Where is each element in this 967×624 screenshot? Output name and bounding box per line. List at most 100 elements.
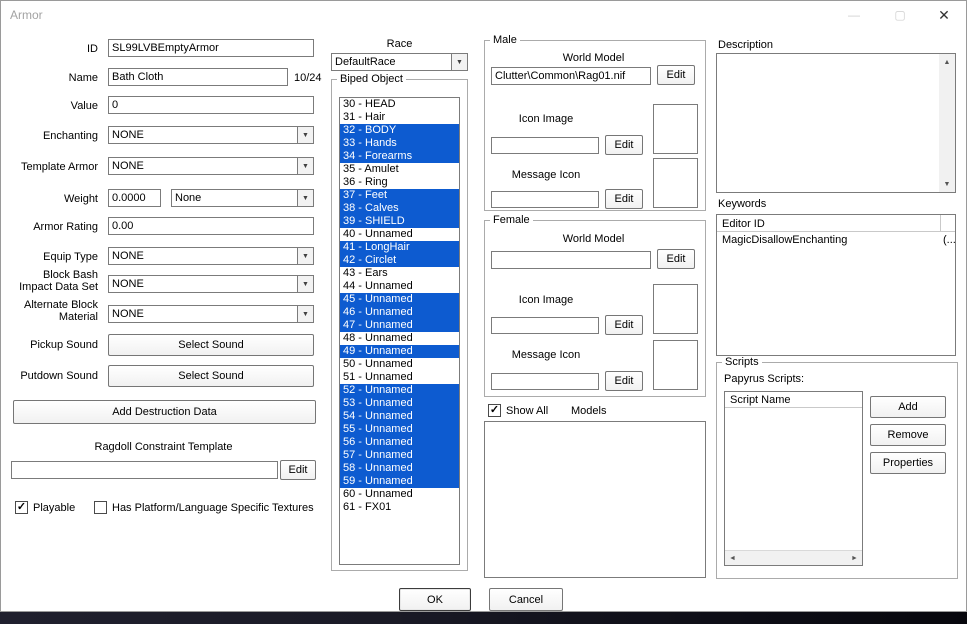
biped-list-item[interactable]: 37 - Feet (340, 189, 459, 202)
platform-textures-checkbox[interactable] (94, 501, 107, 514)
biped-list-item[interactable]: 46 - Unnamed (340, 306, 459, 319)
male-icon-image-preview (653, 104, 698, 154)
enchanting-select[interactable]: NONE ▼ (108, 126, 314, 144)
biped-list-item[interactable]: 49 - Unnamed (340, 345, 459, 358)
female-icon-image-input[interactable] (491, 317, 599, 334)
biped-list-item[interactable]: 53 - Unnamed (340, 397, 459, 410)
biped-list-item[interactable]: 41 - LongHair (340, 241, 459, 254)
alternate-block-label-line2: Material (58, 311, 98, 323)
armor-dialog: Armor — ▢ ✕ ID Name 10/24 Value Enchanti… (0, 0, 967, 612)
title-bar[interactable]: Armor — ▢ ✕ (1, 1, 966, 29)
scripts-properties-button[interactable]: Properties (870, 452, 946, 474)
biped-list-item[interactable]: 42 - Circlet (340, 254, 459, 267)
ok-button[interactable]: OK (399, 588, 471, 611)
maximize-button[interactable]: ▢ (879, 1, 921, 29)
biped-list-item[interactable]: 48 - Unnamed (340, 332, 459, 345)
female-icon-image-edit-button[interactable]: Edit (605, 315, 643, 335)
race-select[interactable]: DefaultRace ▼ (331, 53, 468, 71)
biped-list-item[interactable]: 32 - BODY (340, 124, 459, 137)
male-icon-image-edit-button[interactable]: Edit (605, 135, 643, 155)
biped-list-item[interactable]: 30 - HEAD (340, 98, 459, 111)
biped-list-item[interactable]: 59 - Unnamed (340, 475, 459, 488)
scroll-down-icon[interactable]: ▼ (939, 176, 955, 192)
name-length-counter: 10/24 (294, 72, 322, 84)
biped-list-item[interactable]: 60 - Unnamed (340, 488, 459, 501)
pickup-sound-button[interactable]: Select Sound (108, 334, 314, 356)
female-message-icon-preview (653, 340, 698, 390)
scripts-horizontal-scrollbar[interactable]: ◄ ► (725, 550, 862, 565)
biped-list-item[interactable]: 55 - Unnamed (340, 423, 459, 436)
cancel-button[interactable]: Cancel (489, 588, 563, 611)
scripts-remove-button[interactable]: Remove (870, 424, 946, 446)
biped-list-item[interactable]: 33 - Hands (340, 137, 459, 150)
biped-list-item[interactable]: 38 - Calves (340, 202, 459, 215)
biped-list-item[interactable]: 57 - Unnamed (340, 449, 459, 462)
biped-list-item[interactable]: 61 - FX01 (340, 501, 459, 514)
biped-list-item[interactable]: 52 - Unnamed (340, 384, 459, 397)
biped-list-item[interactable]: 47 - Unnamed (340, 319, 459, 332)
biped-list-item[interactable]: 40 - Unnamed (340, 228, 459, 241)
keywords-column-editor-id: Editor ID (722, 218, 765, 230)
biped-list-item[interactable]: 36 - Ring (340, 176, 459, 189)
scroll-up-icon[interactable]: ▲ (939, 54, 955, 70)
biped-list-item[interactable]: 56 - Unnamed (340, 436, 459, 449)
alternate-block-select[interactable]: NONE ▼ (108, 305, 314, 323)
playable-checkbox[interactable]: ✓ (15, 501, 28, 514)
scripts-add-button[interactable]: Add (870, 396, 946, 418)
close-button[interactable]: ✕ (923, 1, 965, 29)
script-name-header[interactable]: Script Name (725, 392, 862, 408)
biped-list-item[interactable]: 51 - Unnamed (340, 371, 459, 384)
minimize-button[interactable]: — (833, 1, 875, 29)
female-world-model-edit-button[interactable]: Edit (657, 249, 695, 269)
biped-list-item[interactable]: 58 - Unnamed (340, 462, 459, 475)
name-input[interactable] (108, 68, 288, 86)
description-scrollbar[interactable]: ▲ ▼ (939, 54, 955, 192)
id-input[interactable] (108, 39, 314, 57)
description-box[interactable]: ▲ ▼ (716, 53, 956, 193)
keywords-column-divider[interactable] (940, 215, 941, 231)
biped-list-item[interactable]: 50 - Unnamed (340, 358, 459, 371)
biped-list-item[interactable]: 54 - Unnamed (340, 410, 459, 423)
biped-list-item[interactable]: 44 - Unnamed (340, 280, 459, 293)
male-message-icon-input[interactable] (491, 191, 599, 208)
value-input[interactable] (108, 96, 314, 114)
show-all-checkbox[interactable]: ✓ (488, 404, 501, 417)
biped-list-item[interactable]: 31 - Hair (340, 111, 459, 124)
male-icon-image-input[interactable] (491, 137, 599, 154)
female-world-model-input[interactable] (491, 251, 651, 269)
id-label: ID (87, 43, 98, 55)
biped-list-item[interactable]: 43 - Ears (340, 267, 459, 280)
biped-list-item[interactable]: 34 - Forearms (340, 150, 459, 163)
race-label: Race (386, 38, 413, 50)
template-armor-label: Template Armor (20, 161, 98, 173)
keywords-header[interactable]: Editor ID (717, 215, 955, 232)
block-bash-select[interactable]: NONE ▼ (108, 275, 314, 293)
maximize-icon: ▢ (894, 8, 906, 22)
male-message-icon-edit-button[interactable]: Edit (605, 189, 643, 209)
biped-list-item[interactable]: 45 - Unnamed (340, 293, 459, 306)
keywords-list[interactable]: Editor ID MagicDisallowEnchanting (... (716, 214, 956, 356)
weight-input[interactable] (108, 189, 161, 207)
ragdoll-edit-button[interactable]: Edit (280, 460, 316, 480)
add-destruction-data-button[interactable]: Add Destruction Data (13, 400, 316, 424)
ragdoll-template-input[interactable] (11, 461, 278, 479)
papyrus-scripts-list[interactable]: Script Name ◄ ► (724, 391, 863, 566)
chevron-down-icon: ▼ (297, 276, 313, 292)
male-world-model-edit-button[interactable]: Edit (657, 65, 695, 85)
equip-type-select[interactable]: NONE ▼ (108, 247, 314, 265)
male-world-model-input[interactable] (491, 67, 651, 85)
female-message-icon-edit-button[interactable]: Edit (605, 371, 643, 391)
biped-list-item[interactable]: 39 - SHIELD (340, 215, 459, 228)
scroll-right-icon[interactable]: ► (847, 551, 862, 565)
models-list[interactable] (484, 421, 706, 578)
female-message-icon-input[interactable] (491, 373, 599, 390)
weight-unit-select[interactable]: None ▼ (171, 189, 314, 207)
template-armor-select[interactable]: NONE ▼ (108, 157, 314, 175)
biped-object-list[interactable]: 30 - HEAD 31 - Hair 32 - BODY 33 - Hands 34 … (339, 97, 460, 565)
keyword-row[interactable]: MagicDisallowEnchanting (... (717, 233, 955, 248)
scroll-left-icon[interactable]: ◄ (725, 551, 740, 565)
armor-rating-input[interactable] (108, 217, 314, 235)
block-bash-value: NONE (112, 278, 144, 290)
biped-list-item[interactable]: 35 - Amulet (340, 163, 459, 176)
putdown-sound-button[interactable]: Select Sound (108, 365, 314, 387)
